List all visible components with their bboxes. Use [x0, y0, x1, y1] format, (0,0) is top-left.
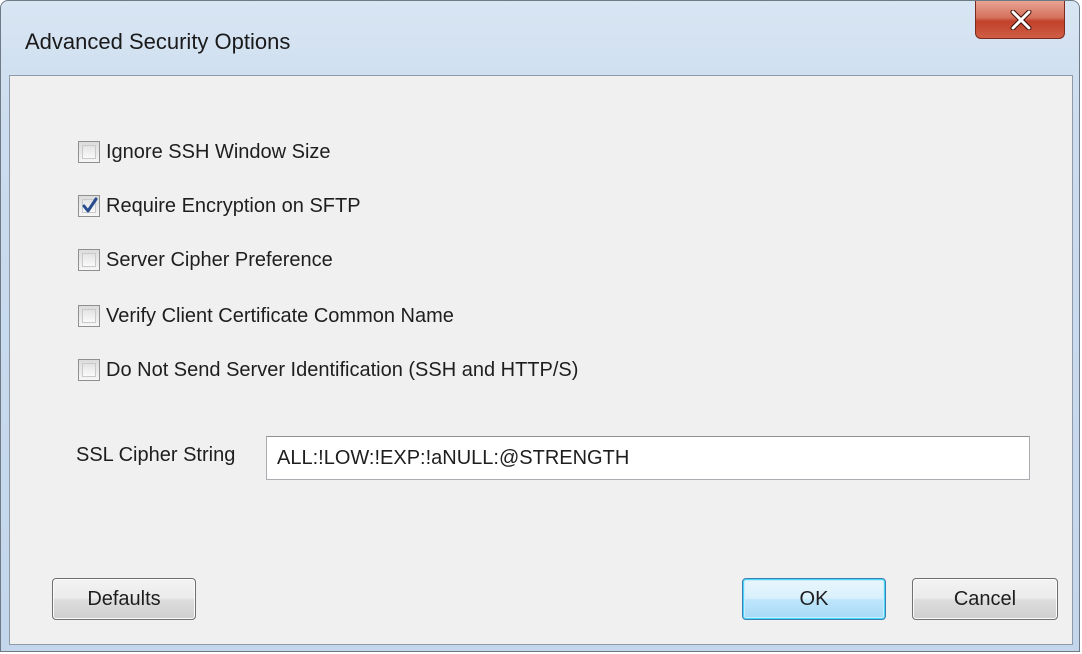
checkbox[interactable] — [78, 195, 100, 217]
option-label: Ignore SSH Window Size — [106, 140, 331, 163]
title-bar[interactable]: Advanced Security Options — [1, 1, 1079, 75]
defaults-button[interactable]: Defaults — [52, 578, 196, 620]
dialog-content: Ignore SSH Window Size Require Encryptio… — [9, 75, 1073, 645]
ok-button[interactable]: OK — [742, 578, 886, 620]
ssl-cipher-string-label: SSL Cipher String — [76, 444, 236, 466]
checkbox[interactable] — [78, 359, 100, 381]
option-ignore-ssh-window-size[interactable]: Ignore SSH Window Size — [78, 138, 331, 166]
option-label: Verify Client Certificate Common Name — [106, 304, 454, 327]
option-verify-client-cert-cn[interactable]: Verify Client Certificate Common Name — [78, 302, 454, 330]
checkbox[interactable] — [78, 141, 100, 163]
dialog-window: Advanced Security Options Ignore SSH Win… — [0, 0, 1080, 652]
cancel-button[interactable]: Cancel — [912, 578, 1058, 620]
option-label: Do Not Send Server Identification (SSH a… — [106, 358, 579, 381]
checkmark-icon — [82, 197, 98, 213]
checkbox[interactable] — [78, 305, 100, 327]
option-label: Server Cipher Preference — [106, 248, 333, 271]
ssl-cipher-string-input[interactable] — [266, 436, 1030, 480]
option-require-encryption-sftp[interactable]: Require Encryption on SFTP — [78, 192, 361, 220]
option-label: Require Encryption on SFTP — [106, 194, 361, 217]
window-title: Advanced Security Options — [25, 29, 291, 54]
option-do-not-send-server-id[interactable]: Do Not Send Server Identification (SSH a… — [78, 356, 578, 384]
close-icon — [1010, 10, 1032, 30]
checkbox[interactable] — [78, 249, 100, 271]
close-button[interactable] — [975, 1, 1065, 39]
option-server-cipher-preference[interactable]: Server Cipher Preference — [78, 246, 333, 274]
